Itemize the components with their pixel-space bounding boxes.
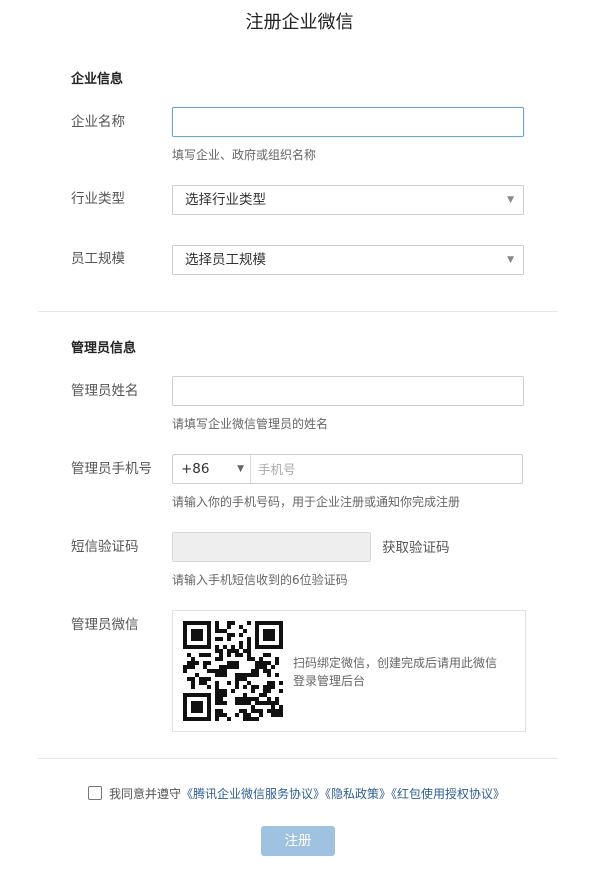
agreement-text: 我同意并遵守《腾讯企业微信服务协议》《隐私政策》《红包使用授权协议》 <box>109 785 505 803</box>
section-divider <box>38 758 558 759</box>
register-button[interactable]: 注册 <box>261 826 335 856</box>
admin-name-label: 管理员姓名 <box>71 383 139 399</box>
country-code-select[interactable]: +86 ▼ <box>173 455 251 483</box>
qr-instruction-line1: 扫码绑定微信，创建完成后请用此微信 <box>293 656 498 670</box>
get-code-button[interactable]: 获取验证码 <box>382 538 450 558</box>
service-agreement-link[interactable]: 《腾讯企业微信服务协议》 <box>181 787 325 801</box>
enterprise-name-input[interactable] <box>172 107 524 137</box>
section-title-enterprise: 企业信息 <box>71 72 124 87</box>
admin-name-hint: 请填写企业微信管理员的姓名 <box>172 417 329 431</box>
country-code-value: +86 <box>181 461 210 477</box>
page-title: 注册企业微信 <box>245 12 354 33</box>
agreement-prefix: 我同意并遵守 <box>109 787 182 801</box>
employee-size-selected: 选择员工规模 <box>185 252 266 268</box>
section-title-admin: 管理员信息 <box>71 341 137 356</box>
sms-code-hint: 请输入手机短信收到的6位验证码 <box>172 573 348 587</box>
section-divider <box>38 311 558 312</box>
industry-type-select[interactable]: 选择行业类型 ▼ <box>172 185 524 215</box>
admin-phone-hint: 请输入你的手机号码，用于企业注册或通知你完成注册 <box>172 495 461 509</box>
employee-size-label: 员工规模 <box>71 251 125 267</box>
sms-code-input[interactable] <box>172 532 371 562</box>
chevron-down-icon: ▼ <box>507 195 514 205</box>
admin-wechat-label: 管理员微信 <box>71 617 139 633</box>
red-packet-agreement-link[interactable]: 《红包使用授权协议》 <box>391 787 505 801</box>
sms-code-label: 短信验证码 <box>71 539 139 555</box>
industry-type-label: 行业类型 <box>71 191 125 207</box>
admin-name-input[interactable] <box>172 376 524 406</box>
admin-phone-label: 管理员手机号 <box>71 461 152 477</box>
phone-number-input[interactable] <box>252 455 520 483</box>
qr-code-image[interactable] <box>183 621 283 721</box>
agreement-checkbox[interactable] <box>88 786 102 800</box>
enterprise-name-hint: 填写企业、政府或组织名称 <box>172 148 317 162</box>
wechat-qr-panel: 扫码绑定微信，创建完成后请用此微信 登录管理后台 <box>172 610 526 732</box>
qr-instruction: 扫码绑定微信，创建完成后请用此微信 登录管理后台 <box>293 654 513 690</box>
industry-type-selected: 选择行业类型 <box>185 192 266 208</box>
privacy-policy-link[interactable]: 《隐私政策》 <box>325 787 391 801</box>
phone-field-group: +86 ▼ <box>172 454 523 484</box>
chevron-down-icon: ▼ <box>507 255 514 265</box>
qr-instruction-line2: 登录管理后台 <box>293 674 366 688</box>
chevron-down-icon: ▼ <box>237 464 244 474</box>
employee-size-select[interactable]: 选择员工规模 ▼ <box>172 245 524 275</box>
enterprise-name-label: 企业名称 <box>71 114 125 130</box>
